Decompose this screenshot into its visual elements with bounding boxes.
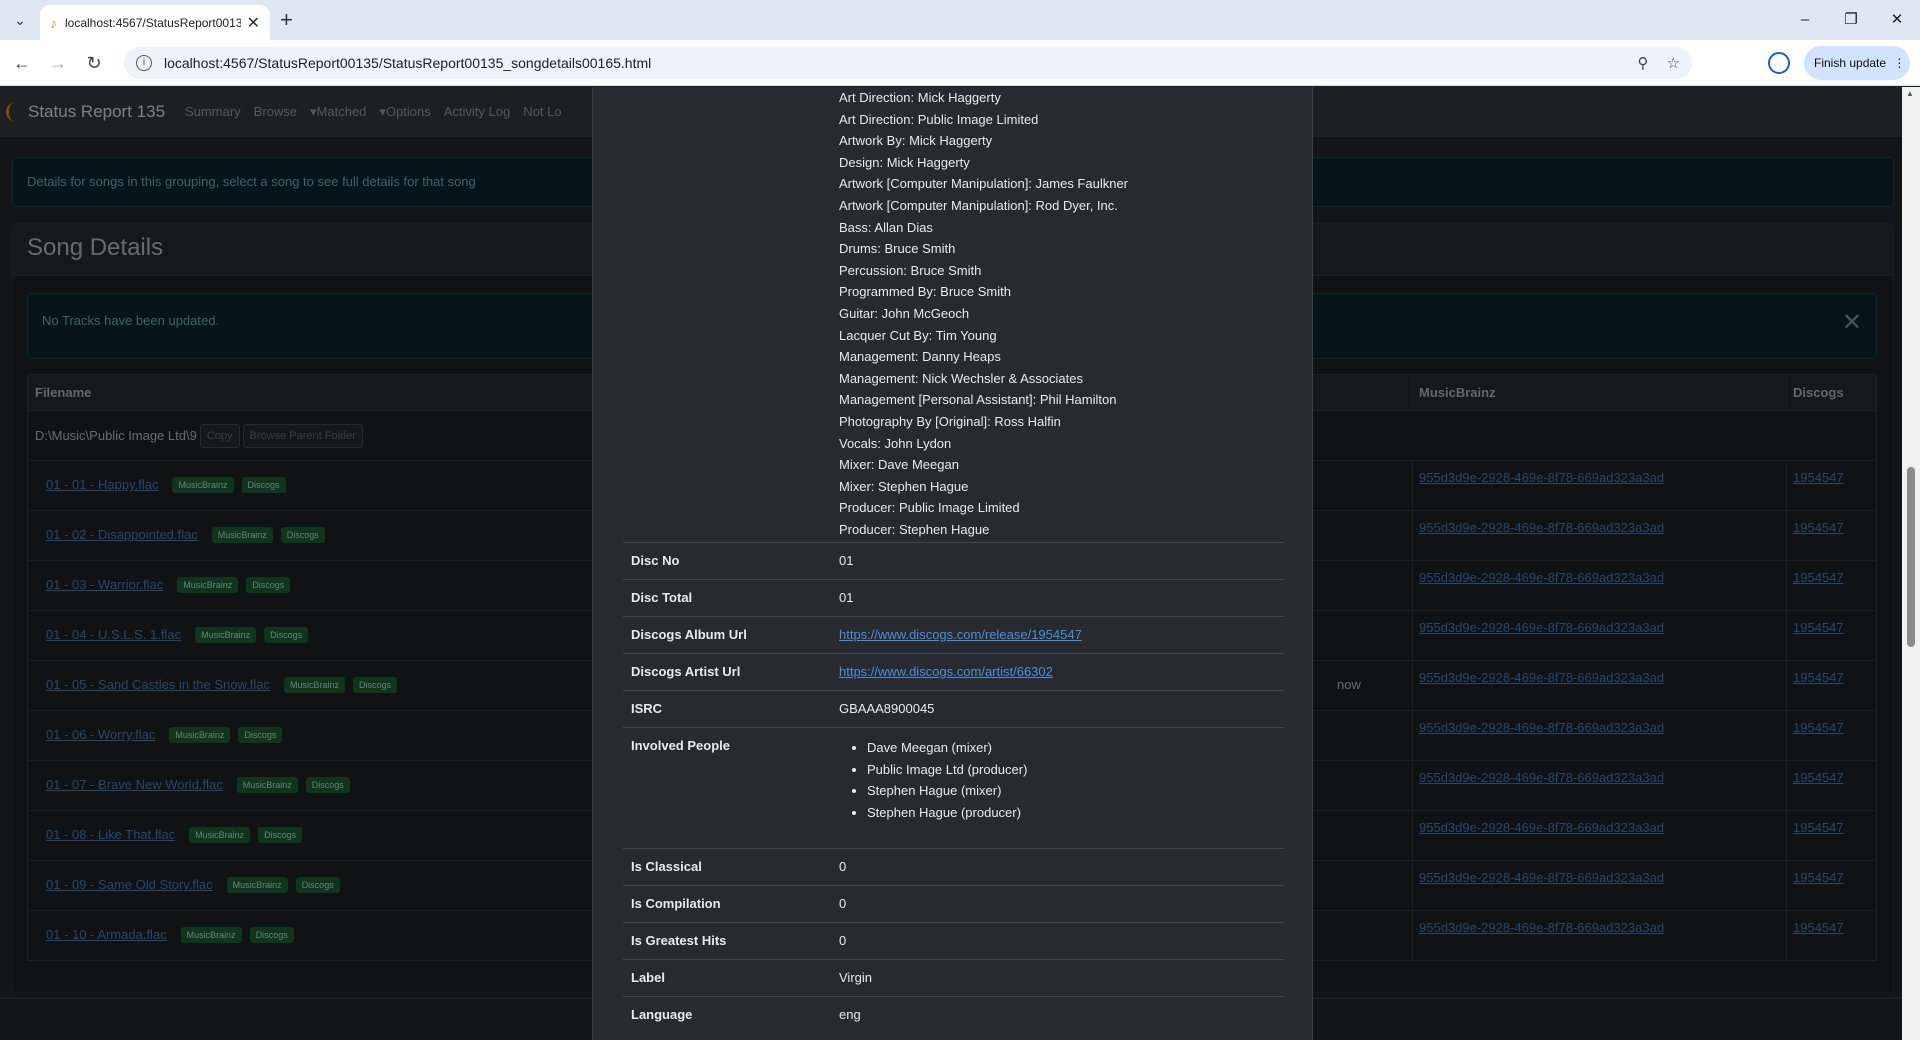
page-scrollbar[interactable]: ▲: [1902, 87, 1920, 1040]
detail-key: Involved People: [631, 738, 730, 753]
detail-row: Is Compilation 0: [623, 885, 1284, 922]
detail-value: GBAAA8900045: [839, 701, 935, 716]
detail-link[interactable]: https://www.discogs.com/release/1954547: [839, 627, 1082, 642]
credit-line: Mixer: Dave Meegan: [839, 457, 959, 473]
involved-person: Stephen Hague (producer): [867, 802, 1027, 824]
address-bar[interactable]: i localhost:4567/StatusReport00135/Statu…: [124, 47, 1692, 79]
detail-key: Disc No: [631, 553, 680, 568]
detail-row: Is Greatest Hits 0: [623, 922, 1284, 959]
finish-update-button[interactable]: Finish update ⋮: [1804, 46, 1910, 80]
detail-key: Is Classical: [631, 859, 702, 874]
browser-tab[interactable]: ♪ localhost:4567/StatusReport00135 ✕: [40, 5, 270, 40]
credit-line: Design: Mick Haggerty: [839, 154, 970, 170]
credit-line: Artwork By: Mick Haggerty: [839, 133, 993, 149]
credit-line: Drums: Bruce Smith: [839, 241, 956, 257]
song-detail-modal: Art Direction: Mick Haggerty Art Directio…: [592, 87, 1313, 1040]
credit-line: Management: Nick Wechsler & Associates: [839, 370, 1083, 386]
credit-line: Art Direction: Public Image Limited: [839, 111, 1039, 127]
involved-person: Public Image Ltd (producer): [867, 759, 1027, 781]
credit-line: Management [Personal Assistant]: Phil Ha…: [839, 392, 1117, 408]
detail-row: ISRC GBAAA8900045: [623, 690, 1284, 727]
reload-icon[interactable]: ↻: [82, 51, 106, 75]
credit-line: Lacquer Cut By: Tim Young: [839, 327, 997, 343]
tab-search-chevron-icon[interactable]: ⌄: [8, 8, 32, 32]
finish-update-label: Finish update: [1814, 56, 1887, 70]
detail-key: ISRC: [631, 701, 663, 716]
detail-value: 0: [839, 859, 847, 874]
zoom-icon[interactable]: ⚲: [1638, 54, 1649, 72]
involved-person: Stephen Hague (mixer): [867, 780, 1027, 802]
credit-line: Artwork [Computer Manipulation]: Rod Dye…: [839, 197, 1118, 213]
tab-close-icon[interactable]: ✕: [247, 13, 260, 33]
detail-value: 01: [839, 590, 854, 605]
kebab-menu-icon[interactable]: ⋮: [1893, 56, 1905, 70]
bookmark-star-icon[interactable]: ☆: [1667, 54, 1680, 72]
detail-key: Is Greatest Hits: [631, 933, 727, 948]
back-arrow-icon[interactable]: ←: [10, 51, 34, 75]
detail-key: Is Compilation: [631, 896, 721, 911]
credit-line: Programmed By: Bruce Smith: [839, 284, 1011, 300]
scrollbar-thumb[interactable]: [1907, 467, 1915, 647]
window-close-icon[interactable]: ✕: [1874, 0, 1920, 40]
site-info-icon[interactable]: i: [136, 55, 152, 71]
credit-line: Management: Danny Heaps: [839, 349, 1001, 365]
involved-person: Dave Meegan (mixer): [867, 737, 1027, 759]
browser-toolbar: ← → ↻ i localhost:4567/StatusReport00135…: [0, 40, 1920, 86]
restore-icon[interactable]: ❐: [1828, 0, 1874, 40]
detail-value: 01: [839, 553, 854, 568]
detail-row: Is Classical 0: [623, 848, 1284, 885]
detail-key: Discogs Album Url: [631, 627, 747, 642]
detail-row: Label Virgin: [623, 959, 1284, 996]
credit-line: Producer: Stephen Hague: [839, 521, 990, 537]
browser-tabstrip: ⌄ ♪ localhost:4567/StatusReport00135 ✕ +…: [0, 0, 1920, 40]
music-note-favicon-icon: ♪: [50, 14, 57, 31]
detail-row: Disc No 01: [623, 542, 1284, 579]
new-tab-plus-icon[interactable]: +: [280, 8, 293, 32]
detail-key: Label: [631, 970, 665, 985]
detail-value: eng: [839, 1007, 861, 1022]
credit-line: Art Direction: Mick Haggerty: [839, 90, 1001, 105]
detail-key: Discogs Artist Url: [631, 664, 741, 679]
credit-line: Vocals: John Lydon: [839, 435, 952, 451]
involved-people-list: Dave Meegan (mixer)Public Image Ltd (pro…: [867, 737, 1027, 823]
detail-key: Disc Total: [631, 590, 693, 605]
credit-line: Photography By [Original]: Ross Halfin: [839, 413, 1061, 429]
credits-list: Art Direction: Mick Haggerty Art Directio…: [839, 87, 1279, 540]
detail-value: Virgin: [839, 970, 873, 985]
detail-row: Language eng: [623, 996, 1284, 1033]
detail-row: Discogs Album Url https://www.discogs.com…: [623, 616, 1284, 653]
credit-line: Mixer: Stephen Hague: [839, 478, 969, 494]
scroll-up-arrow-icon[interactable]: ▲: [1906, 89, 1914, 98]
tab-title: localhost:4567/StatusReport00135: [65, 15, 241, 30]
profile-icon[interactable]: [1768, 52, 1790, 74]
url-text[interactable]: localhost:4567/StatusReport00135/StatusR…: [164, 55, 1620, 71]
detail-row: Disc Total 01: [623, 579, 1284, 616]
detail-value: 0: [839, 933, 847, 948]
detail-key: Language: [631, 1007, 693, 1022]
credit-line: Percussion: Bruce Smith: [839, 262, 982, 278]
detail-link[interactable]: https://www.discogs.com/artist/66302: [839, 664, 1053, 679]
credit-line: Artwork [Computer Manipulation]: James F…: [839, 176, 1129, 192]
forward-arrow-icon[interactable]: →: [46, 51, 70, 75]
detail-row: Discogs Artist Url https://www.discogs.co…: [623, 653, 1284, 690]
credit-line: Bass: Allan Dias: [839, 219, 933, 235]
credit-line: Producer: Public Image Limited: [839, 500, 1020, 516]
detail-value: 0: [839, 896, 847, 911]
detail-row: Involved People Dave Meegan (mixer)Public…: [623, 727, 1284, 848]
minimize-icon[interactable]: –: [1782, 0, 1828, 40]
credit-line: Guitar: John McGeoch: [839, 305, 970, 321]
